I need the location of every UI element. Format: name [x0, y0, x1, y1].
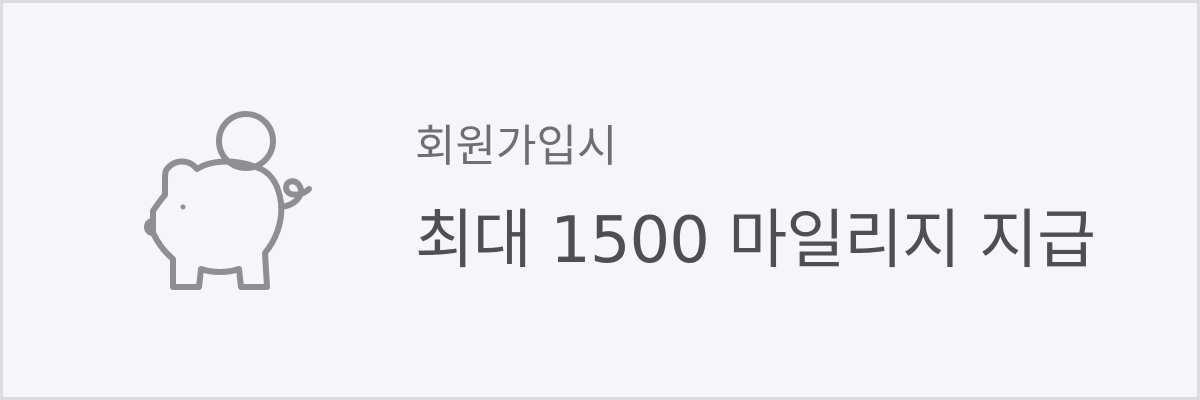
promo-subtitle: 회원가입시 [415, 121, 618, 172]
promo-title: 최대 1500 마일리지 지급 [415, 204, 1096, 278]
signup-mileage-banner[interactable]: 회원가입시 최대 1500 마일리지 지급 [0, 0, 1200, 400]
piggy-bank-coin-icon [143, 99, 333, 309]
promo-text-group: 회원가입시 최대 1500 마일리지 지급 [415, 107, 1175, 307]
